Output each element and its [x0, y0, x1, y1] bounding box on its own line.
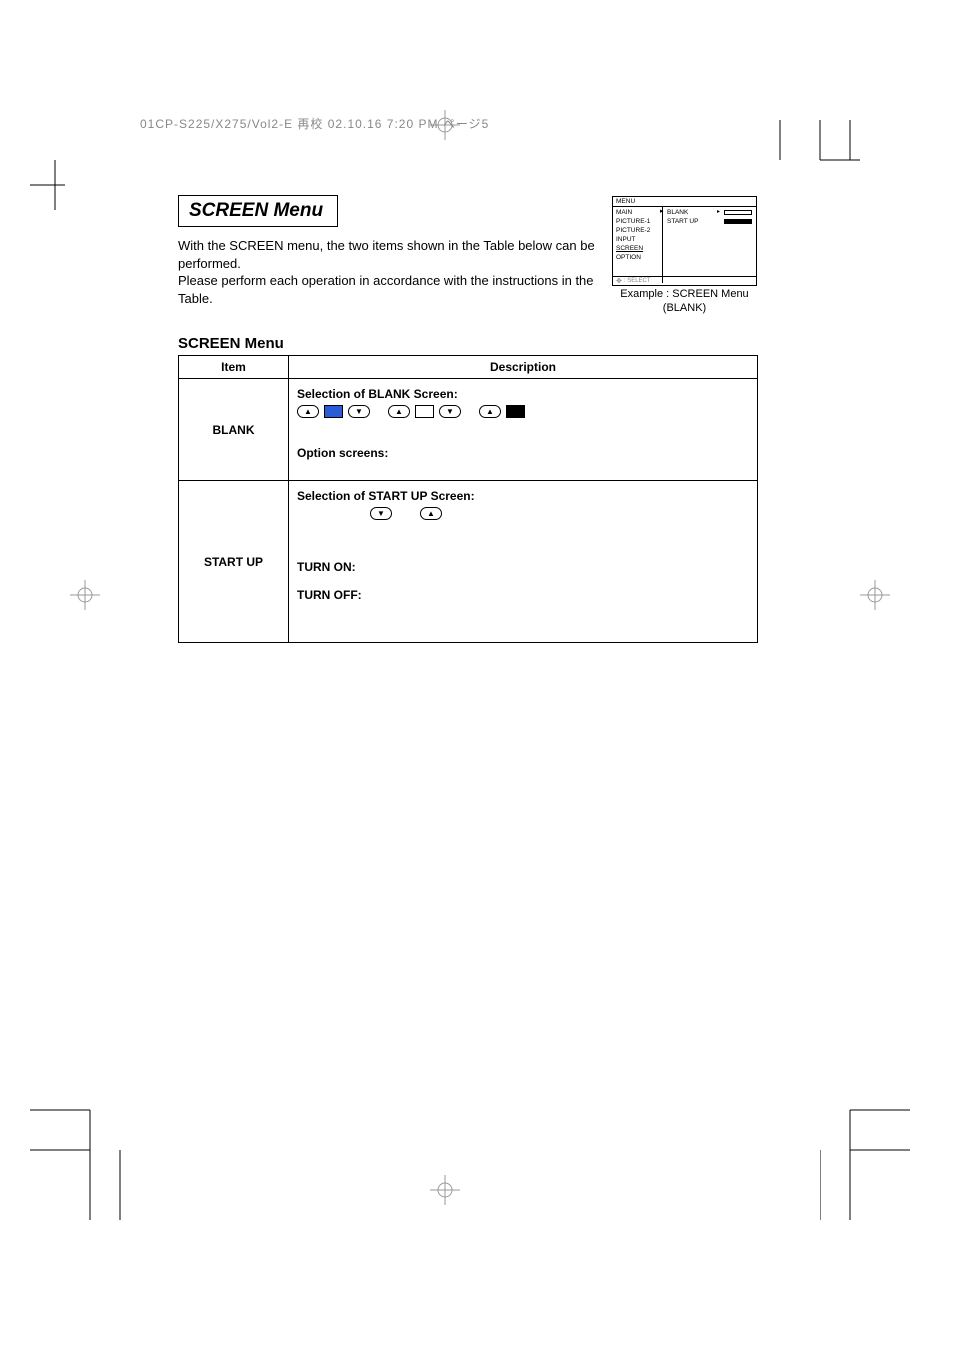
down-button-icon: ▼: [439, 405, 461, 418]
osd-select-text: : SELECT: [624, 278, 651, 284]
osd-example: MENU MAIN PICTURE-1 PICTURE-2 INPUT SCRE…: [612, 196, 757, 316]
bar-filled-icon: [724, 219, 752, 224]
crop-mark-br: [820, 1100, 920, 1220]
blue-screen-icon: [324, 405, 343, 418]
osd-left-column: MAIN PICTURE-1 PICTURE-2 INPUT SCREEN OP…: [613, 207, 663, 283]
osd-item-input: INPUT: [616, 235, 659, 244]
osd-caption-line2: (BLANK): [663, 302, 706, 314]
pointer-icon: ▸: [660, 207, 664, 217]
register-mark-bottom: [430, 1175, 460, 1205]
osd-box: MENU MAIN PICTURE-1 PICTURE-2 INPUT SCRE…: [612, 196, 757, 286]
register-mark-right: [860, 580, 890, 610]
title-box: SCREEN Menu: [178, 195, 338, 227]
intro-p1: With the SCREEN menu, the two items show…: [178, 238, 595, 271]
turn-off-label: TURN OFF:: [297, 588, 749, 602]
osd-right-blank: BLANK: [667, 208, 688, 217]
register-mark-left: [70, 580, 100, 610]
desc-heading: Selection of START UP Screen:: [297, 489, 749, 503]
desc-heading: Selection of BLANK Screen:: [297, 387, 749, 401]
item-cell-blank: BLANK: [179, 379, 289, 481]
osd-item-screen: SCREEN: [616, 244, 659, 253]
desc-cell-startup: Selection of START UP Screen: ▼ ▲ TURN O…: [289, 481, 758, 643]
up-button-icon: ▲: [420, 507, 442, 520]
osd-item-picture1: PICTURE-1: [616, 217, 659, 226]
crop-mark-tl: [30, 160, 80, 210]
intro-p2: Please perform each operation in accorda…: [178, 273, 594, 306]
osd-item-main: MAIN: [616, 208, 659, 217]
icon-row-blank: ▲ ▼ ▲ ▼ ▲: [297, 405, 749, 418]
osd-item-picture2: PICTURE-2: [616, 226, 659, 235]
chevron-right-icon: ▸: [717, 208, 720, 216]
page-title: SCREEN Menu: [189, 200, 323, 221]
osd-menu-header: MENU: [613, 197, 756, 207]
up-button-icon: ▲: [297, 405, 319, 418]
crop-mark-tr: [770, 0, 870, 200]
option-screens-label: Option screens:: [297, 446, 749, 460]
osd-caption: Example : SCREEN Menu (BLANK): [612, 287, 757, 316]
osd-select-hint: ✥ : SELECT: [613, 276, 756, 285]
table-header-description: Description: [289, 356, 758, 379]
intro-text: With the SCREEN menu, the two items show…: [178, 237, 598, 307]
table-header-item: Item: [179, 356, 289, 379]
header-info: 01CP-S225/X275/Vol2-E 再校 02.10.16 7:20 P…: [140, 115, 489, 132]
icon-row-startup: ▼ ▲: [297, 507, 749, 520]
table-row: BLANK Selection of BLANK Screen: ▲ ▼ ▲ ▼…: [179, 379, 758, 481]
osd-caption-line1: Example : SCREEN Menu: [620, 288, 748, 300]
crop-mark-bl: [30, 1100, 130, 1220]
table-row: START UP Selection of START UP Screen: ▼…: [179, 481, 758, 643]
down-button-icon: ▼: [348, 405, 370, 418]
turn-on-label: TURN ON:: [297, 560, 749, 574]
down-button-icon: ▼: [370, 507, 392, 520]
black-screen-icon: [506, 405, 525, 418]
bar-icon: [724, 210, 752, 215]
screen-menu-table: Item Description BLANK Selection of BLAN…: [178, 355, 758, 643]
desc-cell-blank: Selection of BLANK Screen: ▲ ▼ ▲ ▼ ▲ Opt…: [289, 379, 758, 481]
osd-right-startup: START UP: [667, 217, 698, 226]
dpad-icon: ✥: [616, 277, 622, 285]
up-button-icon: ▲: [479, 405, 501, 418]
osd-right-column: ▸ BLANK ▸ START UP: [663, 207, 756, 283]
up-button-icon: ▲: [388, 405, 410, 418]
osd-item-option: OPTION: [616, 253, 659, 262]
white-screen-icon: [415, 405, 434, 418]
subsection-title: SCREEN Menu: [178, 335, 758, 352]
item-cell-startup: START UP: [179, 481, 289, 643]
